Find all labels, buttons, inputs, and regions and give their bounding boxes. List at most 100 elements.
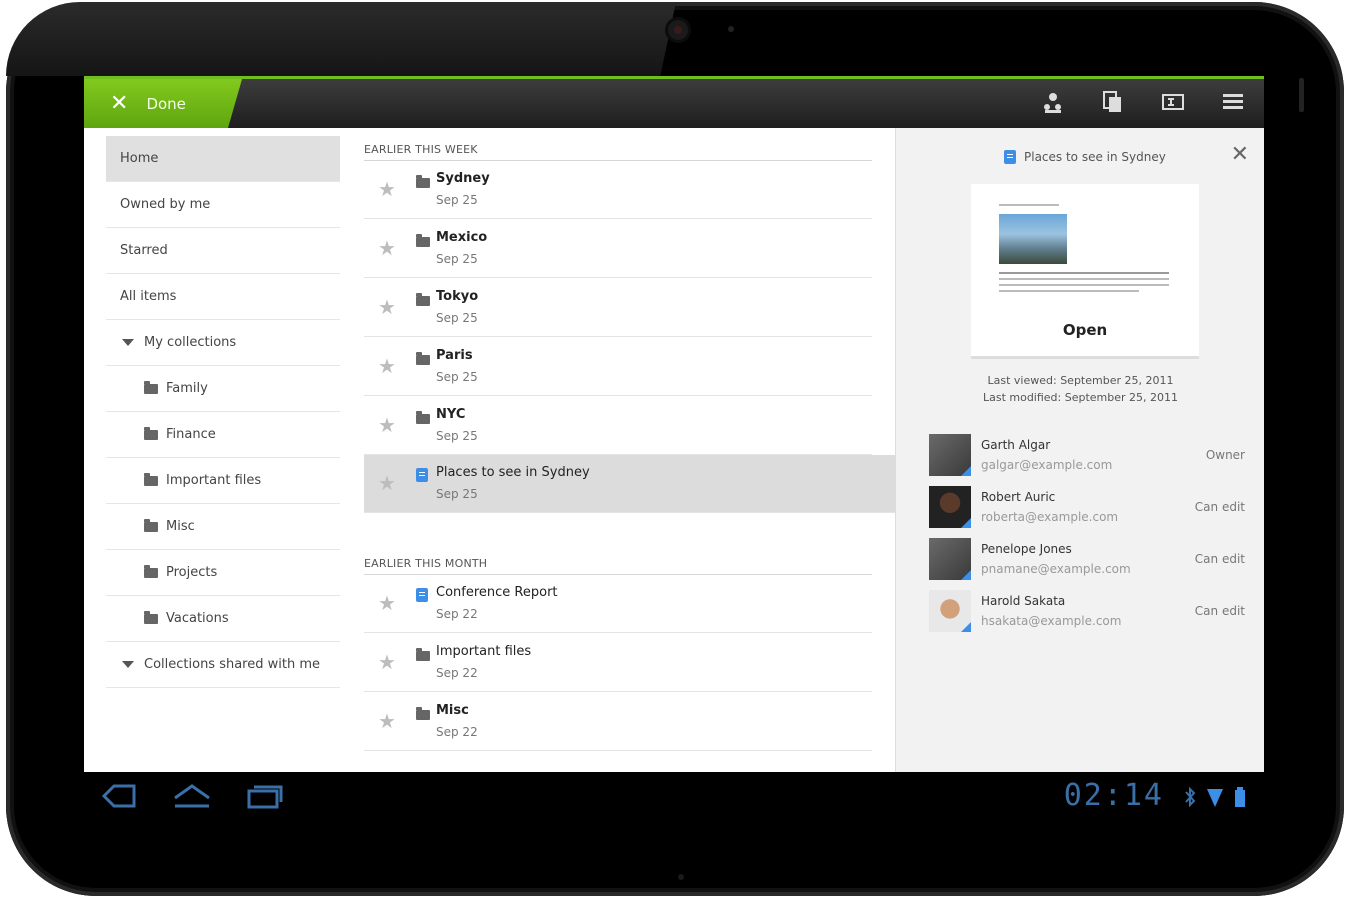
document-preview[interactable]: Open bbox=[971, 184, 1199, 359]
star-icon[interactable]: ★ bbox=[378, 711, 396, 731]
collaborator-email: hsakata@example.com bbox=[981, 614, 1122, 628]
star-icon[interactable]: ★ bbox=[378, 415, 396, 435]
side-button bbox=[1299, 78, 1304, 112]
sidebar-item-projects[interactable]: Projects bbox=[106, 550, 340, 596]
list-item[interactable]: ★ Paris Sep 25 bbox=[364, 338, 872, 396]
star-icon[interactable]: ★ bbox=[378, 238, 396, 258]
folder-icon bbox=[416, 173, 438, 192]
sidebar-item-label: Important files bbox=[166, 473, 262, 488]
home-icon[interactable] bbox=[172, 782, 212, 814]
star-icon[interactable]: ★ bbox=[378, 652, 396, 672]
menu-icon[interactable] bbox=[1220, 89, 1246, 115]
bezel-glare bbox=[6, 2, 646, 76]
item-title: Places to see in Sydney bbox=[436, 465, 590, 480]
list-item[interactable]: ★ Sydney Sep 25 bbox=[364, 161, 872, 219]
folder-icon bbox=[144, 380, 158, 394]
star-icon[interactable]: ★ bbox=[378, 179, 396, 199]
sidebar-item-label: Vacations bbox=[166, 611, 229, 626]
avatar bbox=[929, 486, 971, 528]
list-item[interactable]: ★ Important files Sep 22 bbox=[364, 634, 872, 692]
action-bar-icons bbox=[1040, 89, 1246, 115]
list-item[interactable]: ★ Tokyo Sep 25 bbox=[364, 279, 872, 337]
sidebar-item-label: Starred bbox=[120, 243, 168, 258]
sidebar-item-vacations[interactable]: Vacations bbox=[106, 596, 340, 642]
collaborator-role: Can edit bbox=[1194, 604, 1245, 618]
folder-icon bbox=[416, 409, 438, 428]
front-camera bbox=[668, 20, 688, 40]
document-icon bbox=[1004, 150, 1016, 164]
sidebar-group-my-collections[interactable]: My collections bbox=[106, 320, 340, 366]
folder-icon bbox=[144, 472, 158, 486]
item-date: Sep 22 bbox=[436, 607, 478, 621]
folder-icon bbox=[416, 232, 438, 251]
folder-icon bbox=[144, 518, 158, 532]
sidebar-item-label: Finance bbox=[166, 427, 216, 442]
system-bar: 02:14 bbox=[84, 772, 1264, 828]
details-title-text: Places to see in Sydney bbox=[1024, 150, 1166, 164]
preview-text-line bbox=[999, 284, 1169, 286]
item-title: NYC bbox=[436, 407, 466, 422]
list-item[interactable]: ★ Conference Report Sep 22 bbox=[364, 575, 872, 633]
star-icon[interactable]: ★ bbox=[378, 356, 396, 376]
item-date: Sep 25 bbox=[436, 429, 478, 443]
star-icon[interactable]: ★ bbox=[378, 473, 396, 493]
item-title: Sydney bbox=[436, 171, 490, 186]
collaborator-name: Penelope Jones bbox=[981, 542, 1072, 556]
sidebar-item-label: Collections shared with me bbox=[144, 657, 321, 672]
back-icon[interactable] bbox=[100, 782, 138, 814]
folder-icon bbox=[416, 705, 438, 724]
list-item-selected[interactable]: ★ Places to see in Sydney Sep 25 bbox=[364, 455, 895, 513]
open-button[interactable]: Open bbox=[971, 308, 1199, 352]
collaborator-row[interactable]: Penelope Jones pnamane@example.com Can e… bbox=[929, 538, 1245, 588]
list-item[interactable]: ★ NYC Sep 25 bbox=[364, 397, 872, 455]
done-label: Done bbox=[146, 94, 186, 113]
recent-apps-icon[interactable] bbox=[246, 782, 284, 814]
avatar bbox=[929, 590, 971, 632]
sidebar-item-owned-by-me[interactable]: Owned by me bbox=[106, 182, 340, 228]
sidebar-item-important-files[interactable]: Important files bbox=[106, 458, 340, 504]
details-title: Places to see in Sydney bbox=[1004, 150, 1166, 164]
collaborator-name: Robert Auric bbox=[981, 490, 1056, 504]
sidebar-item-family[interactable]: Family bbox=[106, 366, 340, 412]
star-icon[interactable]: ★ bbox=[378, 297, 396, 317]
item-title: Misc bbox=[436, 703, 469, 718]
item-title: Paris bbox=[436, 348, 473, 363]
clock[interactable]: 02:14 bbox=[1064, 778, 1164, 813]
item-title: Mexico bbox=[436, 230, 488, 245]
document-icon bbox=[416, 467, 428, 486]
sidebar-item-label: Home bbox=[120, 151, 159, 166]
copy-icon[interactable] bbox=[1100, 89, 1126, 115]
details-panel: Places to see in Sydney ✕ Open Last view… bbox=[895, 128, 1264, 772]
last-modified: Last modified: September 25, 2011 bbox=[982, 391, 1179, 404]
list-item[interactable]: ★ Misc Sep 22 bbox=[364, 693, 872, 751]
app-screen: ✕ Done Home Owned by me Starred All item… bbox=[84, 76, 1264, 772]
bottom-sensor bbox=[678, 874, 684, 880]
item-title: Important files bbox=[436, 644, 532, 659]
collaborator-role: Owner bbox=[1205, 448, 1245, 462]
battery-icon bbox=[1234, 786, 1246, 812]
list-item[interactable]: ★ Mexico Sep 25 bbox=[364, 220, 872, 278]
action-bar: ✕ Done bbox=[84, 76, 1264, 128]
star-icon[interactable]: ★ bbox=[378, 593, 396, 613]
close-details-button[interactable]: ✕ bbox=[1231, 142, 1249, 167]
collaborator-row[interactable]: Robert Auric roberta@example.com Can edi… bbox=[929, 486, 1245, 536]
done-button[interactable]: ✕ Done bbox=[84, 79, 220, 128]
section-header: EARLIER THIS MONTH bbox=[364, 557, 488, 570]
collaborator-email: roberta@example.com bbox=[981, 510, 1119, 524]
sidebar-item-misc[interactable]: Misc bbox=[106, 504, 340, 550]
sidebar-item-finance[interactable]: Finance bbox=[106, 412, 340, 458]
status-icons[interactable] bbox=[1184, 786, 1246, 812]
collaborator-row[interactable]: Garth Algar galgar@example.com Owner bbox=[929, 434, 1245, 484]
sidebar-group-shared-collections[interactable]: Collections shared with me bbox=[106, 642, 340, 688]
file-list: EARLIER THIS WEEK ★ Sydney Sep 25 ★ Mexi… bbox=[342, 128, 895, 772]
share-icon[interactable] bbox=[1040, 89, 1066, 115]
sidebar-item-label: Owned by me bbox=[120, 197, 211, 212]
collaborator-row[interactable]: Harold Sakata hsakata@example.com Can ed… bbox=[929, 590, 1245, 640]
sidebar-item-all-items[interactable]: All items bbox=[106, 274, 340, 320]
item-title: Tokyo bbox=[436, 289, 479, 304]
sidebar-item-home[interactable]: Home bbox=[106, 136, 340, 182]
sidebar-item-starred[interactable]: Starred bbox=[106, 228, 340, 274]
preview-heading-line bbox=[999, 204, 1059, 206]
collaborator-role: Can edit bbox=[1194, 500, 1245, 514]
rename-icon[interactable] bbox=[1160, 89, 1186, 115]
